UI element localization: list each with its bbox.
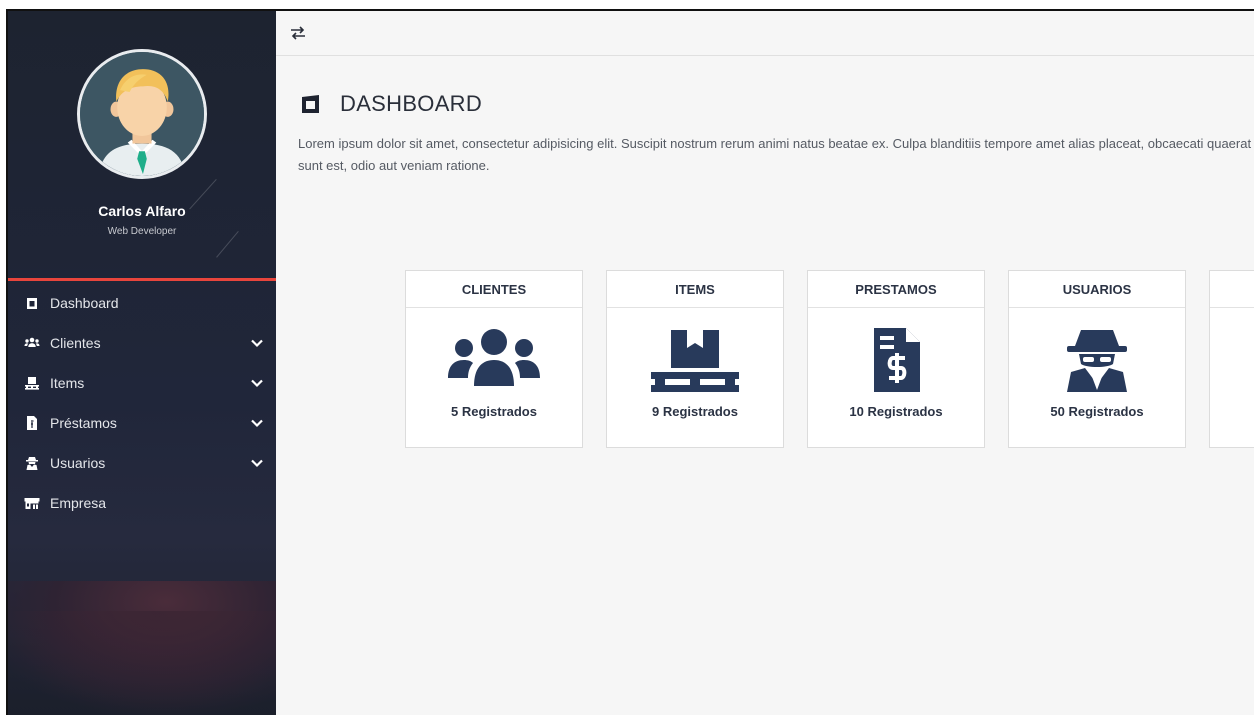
page-title: DASHBOARD: [340, 91, 483, 116]
sidebar-item-label: Clientes: [50, 335, 101, 351]
page-description: Lorem ipsum dolor sit amet, consectetur …: [298, 136, 1254, 173]
sidebar-item-usuarios[interactable]: Usuarios: [8, 443, 276, 483]
sidebar-item-label: Empresa: [50, 495, 107, 511]
topbar: [276, 11, 1254, 56]
chevron-down-icon[interactable]: [250, 416, 264, 430]
chevron-down-icon[interactable]: [250, 376, 264, 390]
exchange-arrows-icon: [291, 26, 305, 40]
sidebar-item-dashboard[interactable]: Dashboard: [8, 283, 276, 323]
chevron-down-icon[interactable]: [250, 456, 264, 470]
tile-items[interactable]: ITEMS 9 Registrados: [606, 270, 784, 448]
pallet-icon: [607, 328, 783, 392]
user-role: Web Developer: [107, 226, 177, 237]
tile-title: PRESTAMOS: [808, 271, 984, 308]
sidebar-item-clientes[interactable]: Clientes: [8, 323, 276, 363]
tile-prestamos[interactable]: PRESTAMOS 10 Registrados: [807, 270, 985, 448]
users-icon: [406, 328, 582, 392]
tile-title: ITEMS: [607, 271, 783, 308]
sidebar-toggle-button[interactable]: [288, 23, 308, 43]
app-frame: Carlos Alfaro Web Developer Dashboard Cl…: [6, 9, 1254, 715]
chevron-down-icon[interactable]: [250, 336, 264, 350]
tile-count: 50 Registrados: [1050, 404, 1144, 419]
users-icon: [24, 335, 40, 351]
user-secret-icon: [1009, 328, 1185, 392]
sidebar-item-label: Dashboard: [50, 295, 119, 311]
tile-title: [1210, 271, 1254, 308]
tile-count: 10 Registrados: [849, 404, 943, 419]
sidebar-item-label: Items: [50, 375, 85, 391]
sidebar-menu: Dashboard Clientes Items Préstamos Usuar…: [8, 283, 276, 523]
tile-count: 5 Registrados: [451, 404, 537, 419]
tile-usuarios[interactable]: USUARIOS 50 Registrados: [1008, 270, 1186, 448]
tile-title: CLIENTES: [406, 271, 582, 308]
tile-clientes[interactable]: CLIENTES 5 Registrados: [405, 270, 583, 448]
dashboard-icon: [300, 93, 322, 115]
sidebar-item-label: Usuarios: [50, 455, 106, 471]
dashboard-icon: [24, 295, 40, 311]
page-header: DASHBOARD: [300, 91, 482, 117]
sidebar: Carlos Alfaro Web Developer Dashboard Cl…: [8, 11, 276, 715]
user-secret-icon: [24, 455, 40, 471]
sidebar-background-dune-shadow: [8, 611, 276, 715]
sidebar-item-prestamos[interactable]: Préstamos: [8, 403, 276, 443]
store-icon: [24, 495, 40, 511]
tile-count: 9 Registrados: [652, 404, 738, 419]
invoice-dollar-icon: [808, 328, 984, 392]
sidebar-item-items[interactable]: Items: [8, 363, 276, 403]
pallet-icon: [24, 375, 40, 391]
avatar[interactable]: [77, 49, 207, 179]
tile-partial[interactable]: [1209, 270, 1254, 448]
invoice-dollar-icon: [24, 415, 40, 431]
tile-title: USUARIOS: [1009, 271, 1185, 308]
user-name: Carlos Alfaro: [98, 203, 186, 219]
avatar-image: [80, 52, 204, 176]
sidebar-item-empresa[interactable]: Empresa: [8, 483, 276, 523]
sidebar-divider: [8, 278, 276, 281]
sidebar-item-label: Préstamos: [50, 415, 117, 431]
